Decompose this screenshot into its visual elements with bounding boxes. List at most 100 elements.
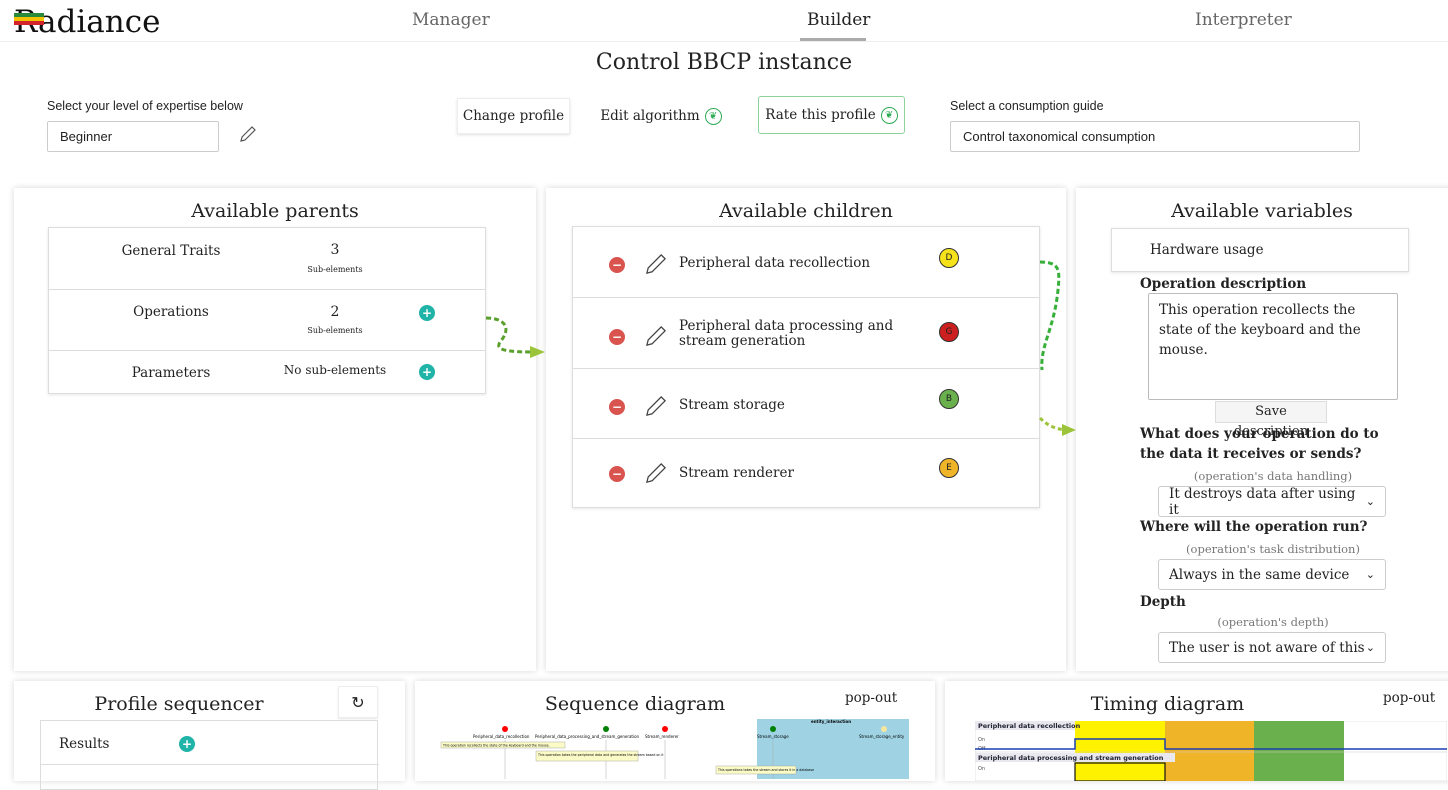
edit-algorithm-button[interactable]: Edit algorithm ❦ <box>598 98 724 134</box>
change-profile-button[interactable]: Change profile <box>457 98 570 134</box>
children-title: Available children <box>719 200 893 222</box>
add-icon[interactable]: + <box>419 305 435 321</box>
app-logo[interactable]: Radiance <box>14 4 160 40</box>
header-divider <box>0 41 1448 42</box>
lifeline-label: Stream_storage_entity <box>859 734 905 739</box>
add-icon[interactable]: + <box>419 364 435 380</box>
data-handling-hint: (operation's data handling) <box>1193 469 1353 483</box>
lifeline-label: Stream_storage <box>757 734 789 739</box>
data-handling-select[interactable]: It destroys data after using it ⌄ <box>1158 486 1386 518</box>
tab-manager[interactable]: Manager <box>412 10 490 30</box>
parent-row[interactable]: Parameters No sub-elements + <box>49 350 485 395</box>
leaf-icon: ❦ <box>880 106 898 124</box>
child-row[interactable]: − Peripheral data recollection D <box>573 227 1039 297</box>
refresh-button[interactable]: ↻ <box>338 686 378 718</box>
timing-panel: Timing diagram pop-out Peripheral data r… <box>945 681 1448 781</box>
chevron-down-icon: ⌄ <box>1365 568 1375 581</box>
timing-row-label: Peripheral data recollection <box>978 722 1081 730</box>
tab-builder[interactable]: Builder <box>807 10 870 30</box>
parent-sub: No sub-elements <box>283 363 387 377</box>
guide-label: Select a consumption guide <box>950 99 1104 113</box>
timing-diagram-image: Peripheral data recollection On Off Peri… <box>975 721 1447 781</box>
edit-pencil-icon[interactable] <box>643 460 669 486</box>
change-profile-label: Change profile <box>462 108 565 124</box>
timing-row-label: Peripheral data processing and stream ge… <box>978 754 1164 762</box>
remove-icon[interactable]: − <box>609 329 625 345</box>
edit-pencil-icon[interactable] <box>643 251 669 277</box>
page-title: Control BBCP instance <box>595 50 853 75</box>
child-row[interactable]: − Stream renderer E <box>573 438 1039 509</box>
timing-title: Timing diagram <box>1090 693 1245 715</box>
data-handling-question: What does your operation do to the data … <box>1140 426 1379 462</box>
remove-icon[interactable]: − <box>609 399 625 415</box>
parents-list: General Traits 3 Sub-elements Operations… <box>48 227 486 394</box>
note-text: This operation takes the peripheral data… <box>537 753 664 757</box>
edit-pencil-icon[interactable] <box>643 323 669 349</box>
chevron-down-icon: ⌄ <box>1365 641 1375 654</box>
sequencer-panel: Profile sequencer ↻ Results + <box>14 681 405 790</box>
state-label: On <box>978 737 985 743</box>
guide-select[interactable]: Control taxonomical consumption <box>950 121 1360 152</box>
grade-badge: B <box>939 389 959 409</box>
task-distribution-hint: (operation's task distribution) <box>1186 542 1360 556</box>
expertise-label: Select your level of expertise below <box>47 99 243 113</box>
note-text: This operation recollects the state of t… <box>442 744 550 748</box>
parent-count: 3 <box>330 242 340 258</box>
variables-panel: Available variables Hardware usage Opera… <box>1076 188 1448 671</box>
parent-count: 2 <box>330 304 340 320</box>
remove-icon[interactable]: − <box>609 466 625 482</box>
parent-row[interactable]: General Traits 3 Sub-elements <box>49 228 485 289</box>
grade-badge: E <box>939 458 959 478</box>
depth-hint: (operation's depth) <box>1217 615 1329 629</box>
child-name: Peripheral data processing and stream ge… <box>679 318 894 349</box>
sequence-diagram-image: Peripheral_data_recollection Peripheral_… <box>440 719 909 779</box>
child-row[interactable]: − Peripheral data processing and stream … <box>573 297 1039 368</box>
child-name: Stream renderer <box>679 465 794 481</box>
logo-flag-icon <box>14 13 44 25</box>
op-desc-textarea[interactable]: This operation recollects the state of t… <box>1148 293 1398 400</box>
timing-popout-button[interactable]: pop-out <box>1383 690 1435 706</box>
grade-badge: G <box>939 322 959 342</box>
results-divider <box>41 764 379 765</box>
lifeline-label: Peripheral_data_processing_and_stream_ge… <box>535 734 640 739</box>
results-box: Results + <box>40 720 379 790</box>
add-icon[interactable]: + <box>179 736 195 752</box>
edit-algorithm-label: Edit algorithm <box>600 108 700 124</box>
sequence-popout-button[interactable]: pop-out <box>845 690 897 706</box>
parent-row[interactable]: Operations 2 Sub-elements + <box>49 289 485 350</box>
save-description-button[interactable]: Save description <box>1215 401 1327 439</box>
parents-title: Available parents <box>191 200 359 222</box>
tab-interpreter[interactable]: Interpreter <box>1195 10 1292 30</box>
hardware-usage-tab[interactable]: Hardware usage <box>1111 228 1409 272</box>
sequence-title: Sequence diagram <box>544 693 726 715</box>
depth-select[interactable]: The user is not aware of this c ⌄ <box>1158 632 1386 663</box>
leaf-icon: ❦ <box>704 107 722 125</box>
variables-title: Available variables <box>1171 200 1353 222</box>
edit-pencil-icon[interactable] <box>643 393 669 419</box>
parent-sub: Sub-elements <box>307 265 363 274</box>
state-label: On <box>978 766 985 772</box>
lifeline-label: Stream_renderer <box>645 734 679 739</box>
expertise-select[interactable]: Beginner <box>47 121 219 152</box>
lifeline-label: Peripheral_data_recollection <box>473 734 530 739</box>
parent-name: Operations <box>133 304 209 320</box>
rate-profile-button[interactable]: Rate this profile ❦ <box>758 96 905 134</box>
child-name: Stream storage <box>679 397 785 413</box>
task-distribution-value: Always in the same device <box>1169 566 1350 583</box>
sequence-panel: Sequence diagram pop-out Peripheral_data… <box>415 681 935 781</box>
group-label: entity_interaction <box>811 719 851 724</box>
grade-badge: D <box>939 248 959 268</box>
parent-name: Parameters <box>131 365 211 381</box>
chevron-down-icon: ⌄ <box>1365 495 1375 508</box>
children-list: − Peripheral data recollection D − Perip… <box>572 226 1040 508</box>
task-distribution-select[interactable]: Always in the same device ⌄ <box>1158 559 1386 590</box>
child-row[interactable]: − Stream storage B <box>573 368 1039 438</box>
rate-profile-label: Rate this profile <box>765 107 876 123</box>
children-panel: Available children − Peripheral data rec… <box>546 188 1066 671</box>
refresh-icon: ↻ <box>351 692 365 712</box>
parents-panel: Available parents General Traits 3 Sub-e… <box>14 188 536 671</box>
parent-sub: Sub-elements <box>307 326 363 335</box>
remove-icon[interactable]: − <box>609 257 625 273</box>
edit-pencil-icon[interactable] <box>238 124 258 144</box>
parent-name: General Traits <box>121 243 221 259</box>
